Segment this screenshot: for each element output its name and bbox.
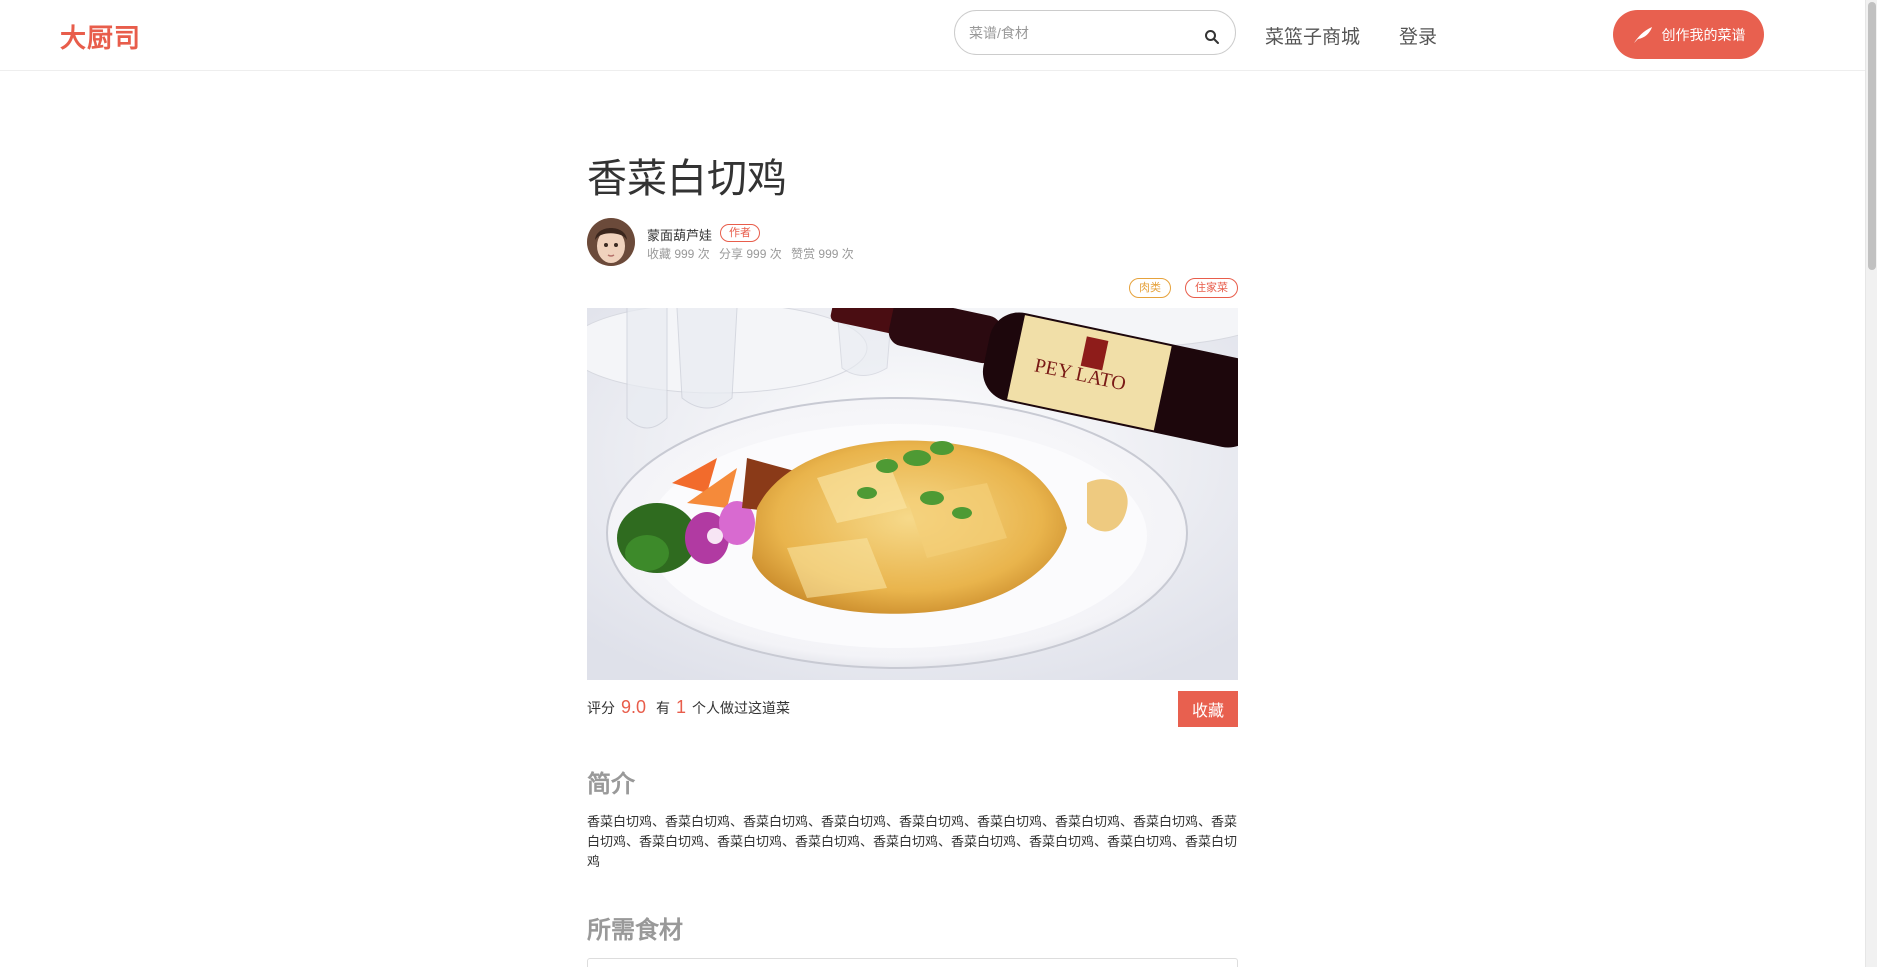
search-box[interactable] xyxy=(954,10,1236,55)
rating-label: 评分 xyxy=(587,700,615,716)
intro-heading: 简介 xyxy=(587,771,635,798)
made-count: 1 xyxy=(676,697,687,717)
favorite-button[interactable]: 收藏 xyxy=(1178,691,1238,727)
scrollbar-thumb[interactable] xyxy=(1868,2,1876,270)
create-recipe-label: 创作我的菜谱 xyxy=(1661,26,1746,43)
recipe-title: 香菜白切鸡 xyxy=(587,157,787,201)
recipe-photo: PEY LATO xyxy=(587,308,1238,680)
nav-basket-mall[interactable]: 菜篮子商城 xyxy=(1265,22,1360,49)
dish-image: PEY LATO xyxy=(587,308,1238,680)
create-recipe-button[interactable]: 创作我的菜谱 xyxy=(1613,10,1764,59)
search-icon[interactable] xyxy=(1204,29,1220,45)
rating-score: 9.0 xyxy=(621,697,647,717)
made-prefix: 有 xyxy=(656,700,671,716)
stat-likes: 赞赏 999 次 xyxy=(791,247,854,261)
site-logo[interactable]: 大厨司 xyxy=(60,18,141,55)
ingredients-table xyxy=(587,958,1238,967)
tag-home-cooking[interactable]: 住家菜 xyxy=(1185,278,1238,298)
author-name[interactable]: 蒙面葫芦娃 xyxy=(647,225,712,244)
author-avatar[interactable] xyxy=(587,218,635,266)
made-suffix: 个人做过这道菜 xyxy=(692,700,791,716)
recipe-tags: 肉类 住家菜 xyxy=(1129,278,1238,298)
vertical-scrollbar[interactable] xyxy=(1865,0,1877,967)
author-badge: 作者 xyxy=(720,224,760,242)
feather-icon xyxy=(1633,26,1652,43)
stat-favorites: 收藏 999 次 xyxy=(647,247,710,261)
tag-meat[interactable]: 肉类 xyxy=(1129,278,1171,298)
nav-login[interactable]: 登录 xyxy=(1399,22,1437,49)
search-input[interactable] xyxy=(969,22,1189,44)
rating-row: 评分 9.0 有 1 个人做过这道菜 xyxy=(587,697,790,718)
intro-text: 香菜白切鸡、香菜白切鸡、香菜白切鸡、香菜白切鸡、香菜白切鸡、香菜白切鸡、香菜白切… xyxy=(587,814,1238,869)
ingredients-heading: 所需食材 xyxy=(587,917,683,944)
author-stats: 收藏 999 次 分享 999 次 赞赏 999 次 xyxy=(647,245,860,262)
avatar-image xyxy=(587,218,635,266)
top-header: 大厨司 菜篮子商城 登录 创作我的菜谱 xyxy=(0,0,1865,71)
stat-shares: 分享 999 次 xyxy=(719,247,782,261)
